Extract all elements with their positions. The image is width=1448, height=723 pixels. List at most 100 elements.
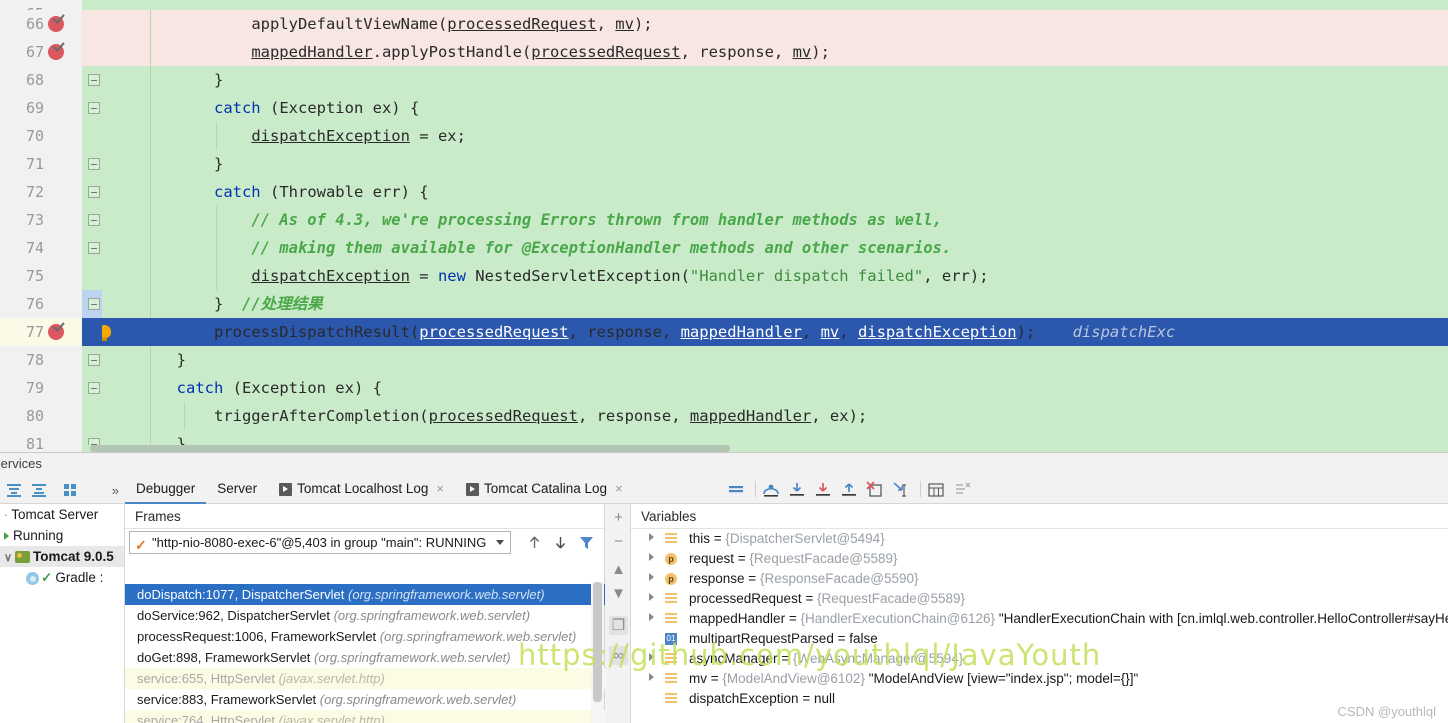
copy-value-icon[interactable]: ❐ <box>609 616 628 635</box>
editor-gutter[interactable]: 71 <box>0 150 82 178</box>
add-watch-icon[interactable]: + <box>609 508 628 527</box>
code-line[interactable]: 77 processDispatchResult(processedReques… <box>0 318 1448 346</box>
code-line[interactable]: 69 catch (Exception ex) { <box>0 94 1448 122</box>
fold-column[interactable] <box>82 10 102 38</box>
code-line[interactable]: 79 catch (Exception ex) { <box>0 374 1448 402</box>
code-fold-icon[interactable] <box>88 74 100 86</box>
fold-column[interactable] <box>82 38 102 66</box>
editor-gutter[interactable]: 69 <box>0 94 82 122</box>
frames-pane[interactable]: Frames ✓ "http-nio-8080-exec-6"@5,403 in… <box>125 504 605 723</box>
variable-row[interactable]: prequest = {RequestFacade@5589} <box>631 549 1448 569</box>
frame-up-button[interactable] <box>525 533 544 552</box>
frame-item[interactable]: processRequest:1006, FrameworkServlet (o… <box>125 626 605 647</box>
code-line[interactable]: 75 dispatchException = new NestedServlet… <box>0 262 1448 290</box>
fold-column[interactable] <box>82 290 102 318</box>
editor-gutter[interactable]: 67 <box>0 38 82 66</box>
variable-row[interactable]: presponse = {ResponseFacade@5590} <box>631 569 1448 589</box>
code-line[interactable]: 74 // making them available for @Excepti… <box>0 234 1448 262</box>
editor-gutter[interactable]: 68 <box>0 66 82 94</box>
step-out-icon[interactable] <box>838 475 864 504</box>
tab-tomcat-catalina-log[interactable]: Tomcat Catalina Log× <box>455 475 634 504</box>
group-by-icon[interactable] <box>64 482 80 498</box>
frames-list[interactable]: doDispatch:1077, DispatcherServlet (org.… <box>125 584 605 723</box>
move-down-icon[interactable]: ▼ <box>609 584 628 603</box>
breakpoint-icon[interactable] <box>48 324 64 340</box>
code-fold-icon[interactable] <box>88 186 100 198</box>
expand-arrow-icon[interactable] <box>649 673 654 681</box>
debug-tabs[interactable]: DebuggerServerTomcat Localhost Log×Tomca… <box>125 475 1448 504</box>
variable-row[interactable]: dispatchException = null <box>631 689 1448 709</box>
show-execution-point-icon[interactable] <box>725 475 751 504</box>
more-options-icon[interactable]: » <box>112 483 119 498</box>
tab-server[interactable]: Server <box>206 475 268 504</box>
frame-item[interactable]: service:655, HttpServlet (javax.servlet.… <box>125 668 605 689</box>
variable-row[interactable]: 01multipartRequestParsed = false <box>631 629 1448 649</box>
variable-row[interactable]: asyncManager = {WebAsyncManager@5594} <box>631 649 1448 669</box>
services-tree-item-server[interactable]: ∨Tomcat 9.0.5 <box>0 546 124 567</box>
code-fold-icon[interactable] <box>88 214 100 226</box>
filter-frames-button[interactable] <box>577 533 596 552</box>
editor-horizontal-scrollbar[interactable] <box>82 445 1448 452</box>
code-fold-icon[interactable] <box>88 354 100 366</box>
fold-column[interactable] <box>82 374 102 402</box>
editor-gutter[interactable]: 70 <box>0 122 82 150</box>
tab-debugger[interactable]: Debugger <box>125 475 206 504</box>
collapse-all-icon[interactable] <box>31 482 47 498</box>
code-line[interactable]: 67 mappedHandler.applyPostHandle(process… <box>0 38 1448 66</box>
fold-column[interactable] <box>82 346 102 374</box>
frame-item[interactable]: service:883, FrameworkServlet (org.sprin… <box>125 689 605 710</box>
debugger-step-toolbar[interactable] <box>725 475 977 504</box>
frame-item[interactable]: doService:962, DispatcherServlet (org.sp… <box>125 605 605 626</box>
fold-column[interactable] <box>82 178 102 206</box>
variables-pane[interactable]: Variables this = {DispatcherServlet@5494… <box>631 504 1448 723</box>
services-tool-window-label[interactable]: Services <box>0 452 1448 475</box>
code-line[interactable]: 78 } <box>0 346 1448 374</box>
code-line[interactable]: 65 <box>0 0 1448 10</box>
code-line[interactable]: 70 dispatchException = ex; <box>0 122 1448 150</box>
code-line[interactable]: 68 } <box>0 66 1448 94</box>
variable-row[interactable]: mappedHandler = {HandlerExecutionChain@6… <box>631 609 1448 629</box>
drop-frame-icon[interactable] <box>864 475 890 504</box>
breakpoint-icon[interactable] <box>48 44 64 60</box>
code-line[interactable]: 73 // As of 4.3, we're processing Errors… <box>0 206 1448 234</box>
editor-gutter[interactable]: 65 <box>0 0 82 10</box>
frames-scrollbar[interactable] <box>591 582 604 723</box>
force-step-into-icon[interactable] <box>812 475 838 504</box>
scrollbar-thumb[interactable] <box>90 445 730 452</box>
chevron-down-icon[interactable]: ∨ <box>4 548 15 569</box>
expand-arrow-icon[interactable] <box>649 573 654 581</box>
code-line[interactable]: 76 } //处理结果 <box>0 290 1448 318</box>
code-editor[interactable]: 6566 applyDefaultViewName(processedReque… <box>0 0 1448 452</box>
variable-row[interactable]: this = {DispatcherServlet@5494} <box>631 529 1448 549</box>
expand-all-icon[interactable] <box>6 482 22 498</box>
code-line[interactable]: 66 applyDefaultViewName(processedRequest… <box>0 10 1448 38</box>
editor-gutter[interactable]: 73 <box>0 206 82 234</box>
scrollbar-thumb[interactable] <box>593 582 602 702</box>
services-toolbar[interactable]: » <box>0 475 125 504</box>
expand-arrow-icon[interactable] <box>649 653 654 661</box>
watches-icon[interactable]: ∞ <box>609 646 628 665</box>
evaluate-expression-icon[interactable] <box>925 475 951 504</box>
frame-item[interactable]: doGet:898, FrameworkServlet (org.springf… <box>125 647 605 668</box>
variables-side-toolbar[interactable]: +−▲▼❐∞ <box>605 504 631 723</box>
editor-gutter[interactable]: 66 <box>0 10 82 38</box>
editor-gutter[interactable]: 74 <box>0 234 82 262</box>
run-to-cursor-icon[interactable] <box>890 475 916 504</box>
editor-gutter[interactable]: 79 <box>0 374 82 402</box>
code-line[interactable]: 72 catch (Throwable err) { <box>0 178 1448 206</box>
editor-gutter[interactable]: 75 <box>0 262 82 290</box>
fold-column[interactable] <box>82 94 102 122</box>
code-line[interactable]: 80 triggerAfterCompletion(processedReque… <box>0 402 1448 430</box>
fold-column[interactable] <box>82 206 102 234</box>
fold-column[interactable] <box>82 122 102 150</box>
step-into-icon[interactable] <box>786 475 812 504</box>
code-fold-icon[interactable] <box>88 158 100 170</box>
expand-arrow-icon[interactable] <box>649 553 654 561</box>
services-tree-item-root[interactable]: ∙ Tomcat Server <box>0 504 124 525</box>
code-line[interactable]: 71 } <box>0 150 1448 178</box>
code-lines[interactable]: 6566 applyDefaultViewName(processedReque… <box>0 0 1448 452</box>
fold-column[interactable] <box>82 262 102 290</box>
services-tree-item-gradle[interactable]: ✓Gradle : <box>0 567 124 588</box>
fold-column[interactable] <box>82 318 102 346</box>
services-tree-item-status[interactable]: Running <box>0 525 124 546</box>
